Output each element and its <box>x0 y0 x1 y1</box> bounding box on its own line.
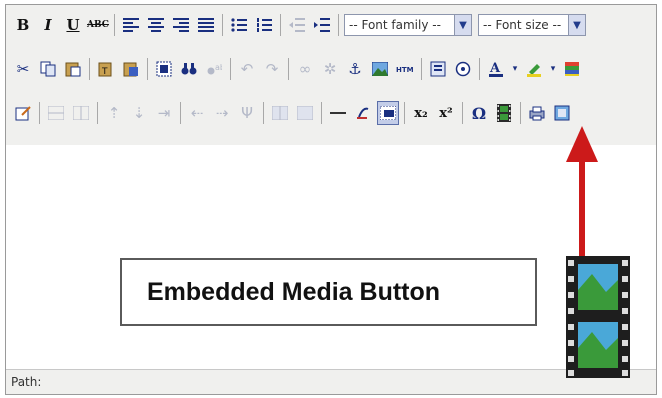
undo-icon[interactable]: ↶ <box>236 57 258 81</box>
table-cell-props-icon[interactable] <box>70 101 92 125</box>
chevron-down-icon: ▼ <box>454 15 471 35</box>
toolbar-separator <box>147 58 148 80</box>
find-icon[interactable] <box>178 57 200 81</box>
chevron-down-icon[interactable]: ▾ <box>510 57 520 81</box>
highlight-color-icon[interactable] <box>523 57 545 81</box>
font-size-select[interactable]: -- Font size -- ▼ <box>478 14 586 36</box>
split-cells-icon[interactable] <box>269 101 291 125</box>
image-icon[interactable] <box>369 57 391 81</box>
film-strip-icon <box>566 256 630 378</box>
toolbar-row-3: ⇡ ⇣ ⇥ ⇠ ⇢ Ψ x₂ x² Ω <box>12 95 576 131</box>
toolbar-row-1: B I U ABC -- Font family -- ▼ -- Font si… <box>12 7 592 43</box>
edit-css-icon[interactable] <box>12 101 34 125</box>
path-label: Path: <box>11 375 42 389</box>
delete-row-icon[interactable]: ⇥ <box>153 101 175 125</box>
font-family-select[interactable]: -- Font family -- ▼ <box>344 14 472 36</box>
insert-col-before-icon[interactable]: ⇠ <box>186 101 208 125</box>
italic-button[interactable]: I <box>37 13 59 37</box>
delete-col-icon[interactable]: Ψ <box>236 101 258 125</box>
special-char-button[interactable]: Ω <box>468 101 490 125</box>
subscript-button[interactable]: x₂ <box>410 101 432 125</box>
toolbar-separator <box>180 102 181 124</box>
toolbar-separator <box>97 102 98 124</box>
select-all-icon[interactable] <box>153 57 175 81</box>
help-icon[interactable] <box>452 57 474 81</box>
toolbar-separator <box>520 102 521 124</box>
toolbar-separator <box>338 14 339 36</box>
align-justify-icon[interactable] <box>195 13 217 37</box>
align-center-icon[interactable] <box>145 13 167 37</box>
toolbar-separator <box>288 58 289 80</box>
toolbar-separator <box>263 102 264 124</box>
toolbar-separator <box>89 58 90 80</box>
visual-aid-icon[interactable] <box>377 101 399 125</box>
insert-row-before-icon[interactable]: ⇡ <box>103 101 125 125</box>
toolbar-separator <box>321 102 322 124</box>
svg-text:HTML: HTML <box>396 66 414 74</box>
cut-icon[interactable]: ✂ <box>12 57 34 81</box>
toolbar-separator <box>404 102 405 124</box>
font-family-value: -- Font family -- <box>349 18 441 32</box>
toolbar-separator <box>39 102 40 124</box>
redo-icon[interactable]: ↷ <box>261 57 283 81</box>
editor-toolbar: B I U ABC -- Font family -- ▼ -- Font si… <box>6 5 656 146</box>
toolbar-separator <box>421 58 422 80</box>
copy-icon[interactable] <box>37 57 59 81</box>
text-color-icon[interactable]: A <box>485 57 507 81</box>
underline-button[interactable]: U <box>62 13 84 37</box>
color-palette-icon[interactable] <box>561 57 583 81</box>
paste-word-icon[interactable] <box>120 57 142 81</box>
chevron-down-icon: ▼ <box>568 15 585 35</box>
outdent-icon[interactable] <box>286 13 308 37</box>
embedded-media-callout: Embedded Media Button <box>120 258 537 326</box>
remove-format-icon[interactable] <box>352 101 374 125</box>
print-icon[interactable] <box>526 101 548 125</box>
horizontal-rule-icon[interactable] <box>327 101 349 125</box>
insert-row-after-icon[interactable]: ⇣ <box>128 101 150 125</box>
toolbar-row-2: ✂ T ab ↶ <box>12 51 586 87</box>
insert-col-after-icon[interactable]: ⇢ <box>211 101 233 125</box>
cleanup-icon[interactable] <box>427 57 449 81</box>
align-left-icon[interactable] <box>120 13 142 37</box>
indent-icon[interactable] <box>311 13 333 37</box>
toolbar-separator <box>280 14 281 36</box>
unlink-icon[interactable]: ✲ <box>319 57 341 81</box>
paste-text-icon[interactable]: T <box>95 57 117 81</box>
toolbar-separator <box>222 14 223 36</box>
font-size-value: -- Font size -- <box>483 18 562 32</box>
numbered-list-icon[interactable] <box>253 13 275 37</box>
embedded-media-icon[interactable] <box>493 101 515 125</box>
link-icon[interactable]: ∞ <box>294 57 316 81</box>
align-right-icon[interactable] <box>170 13 192 37</box>
svg-text:T: T <box>101 67 108 77</box>
superscript-button[interactable]: x² <box>435 101 457 125</box>
svg-text:ab: ab <box>215 63 222 72</box>
toolbar-separator <box>462 102 463 124</box>
paste-icon[interactable] <box>62 57 84 81</box>
chevron-down-icon[interactable]: ▾ <box>548 57 558 81</box>
toolbar-separator <box>230 58 231 80</box>
toolbar-separator <box>479 58 480 80</box>
toolbar-separator <box>114 14 115 36</box>
bold-button[interactable]: B <box>12 13 34 37</box>
merge-cells-icon[interactable] <box>294 101 316 125</box>
anchor-icon[interactable]: ⚓ <box>344 57 366 81</box>
html-source-icon[interactable]: HTML <box>394 57 416 81</box>
table-row-props-icon[interactable] <box>45 101 67 125</box>
callout-label: Embedded Media Button <box>147 277 441 306</box>
bullet-list-icon[interactable] <box>228 13 250 37</box>
replace-icon[interactable]: ab <box>203 57 225 81</box>
svg-text:A: A <box>489 61 501 76</box>
strikethrough-button[interactable]: ABC <box>87 13 109 37</box>
